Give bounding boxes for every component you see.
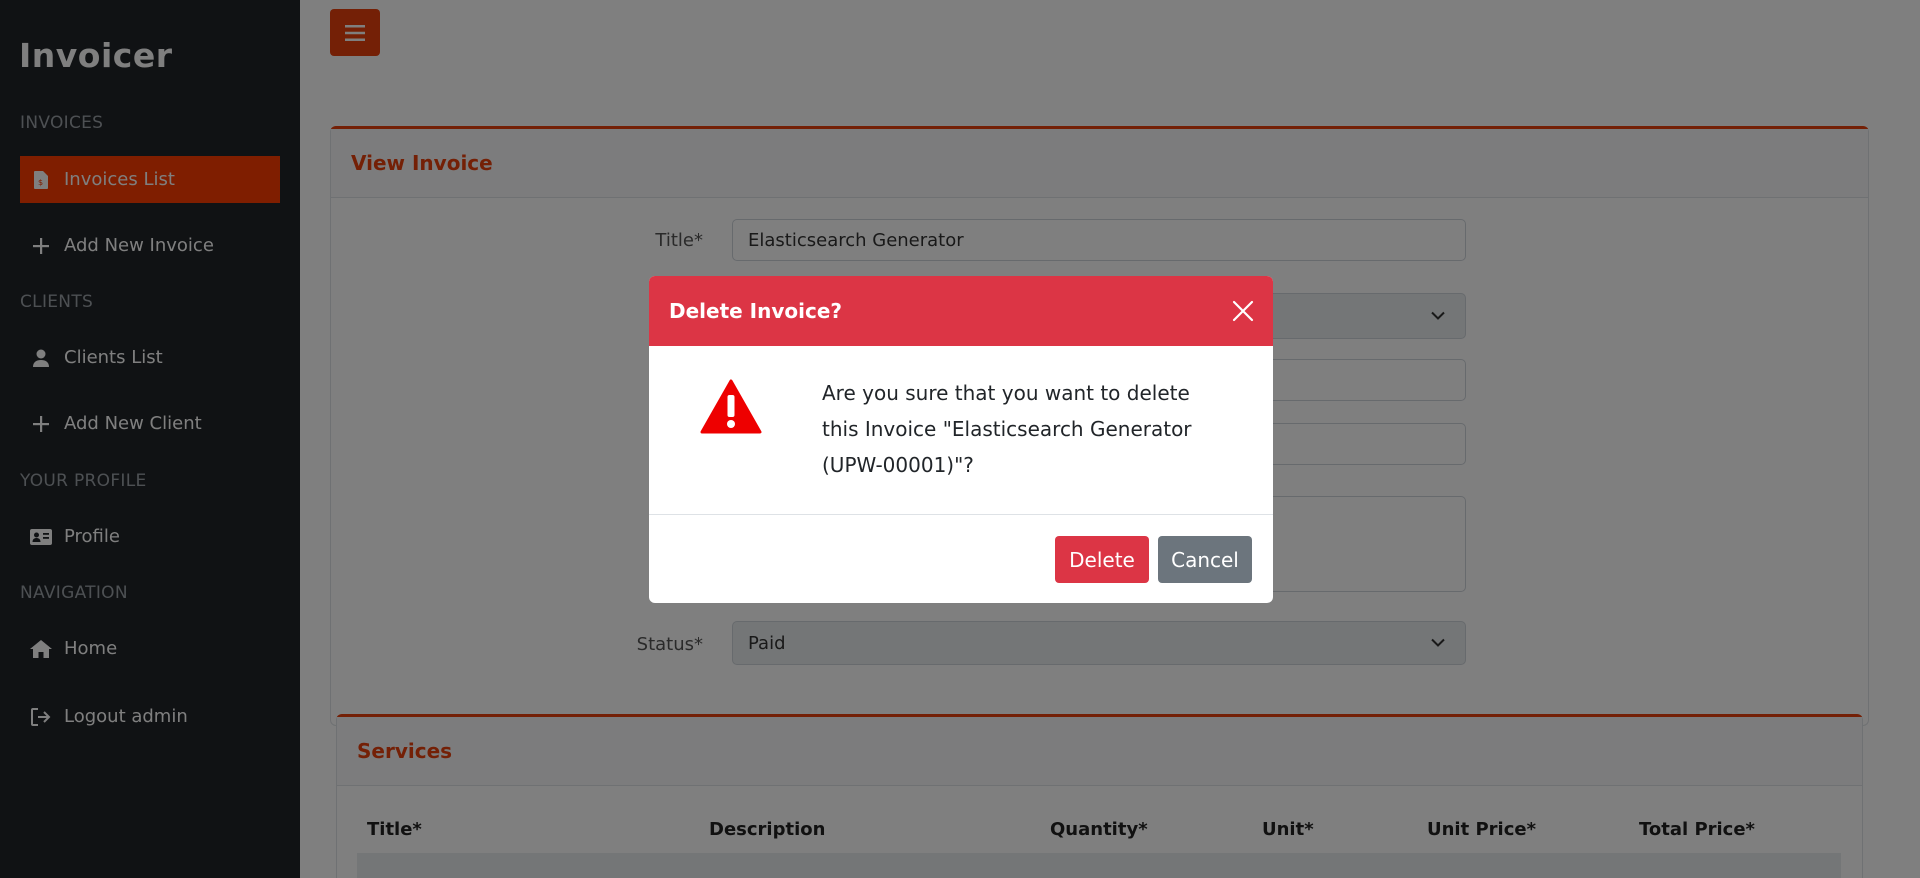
modal-title: Delete Invoice? — [669, 299, 843, 323]
close-icon[interactable] — [1231, 299, 1255, 323]
modal-body: Are you sure that you want to delete thi… — [649, 346, 1273, 515]
warning-triangle-icon — [700, 379, 762, 434]
delete-button[interactable]: Delete — [1055, 536, 1149, 583]
modal-message: Are you sure that you want to delete thi… — [822, 381, 1192, 477]
modal-header: Delete Invoice? — [649, 276, 1273, 346]
delete-invoice-modal: Delete Invoice? Are you sure that you wa… — [649, 276, 1273, 603]
cancel-button[interactable]: Cancel — [1158, 536, 1252, 583]
